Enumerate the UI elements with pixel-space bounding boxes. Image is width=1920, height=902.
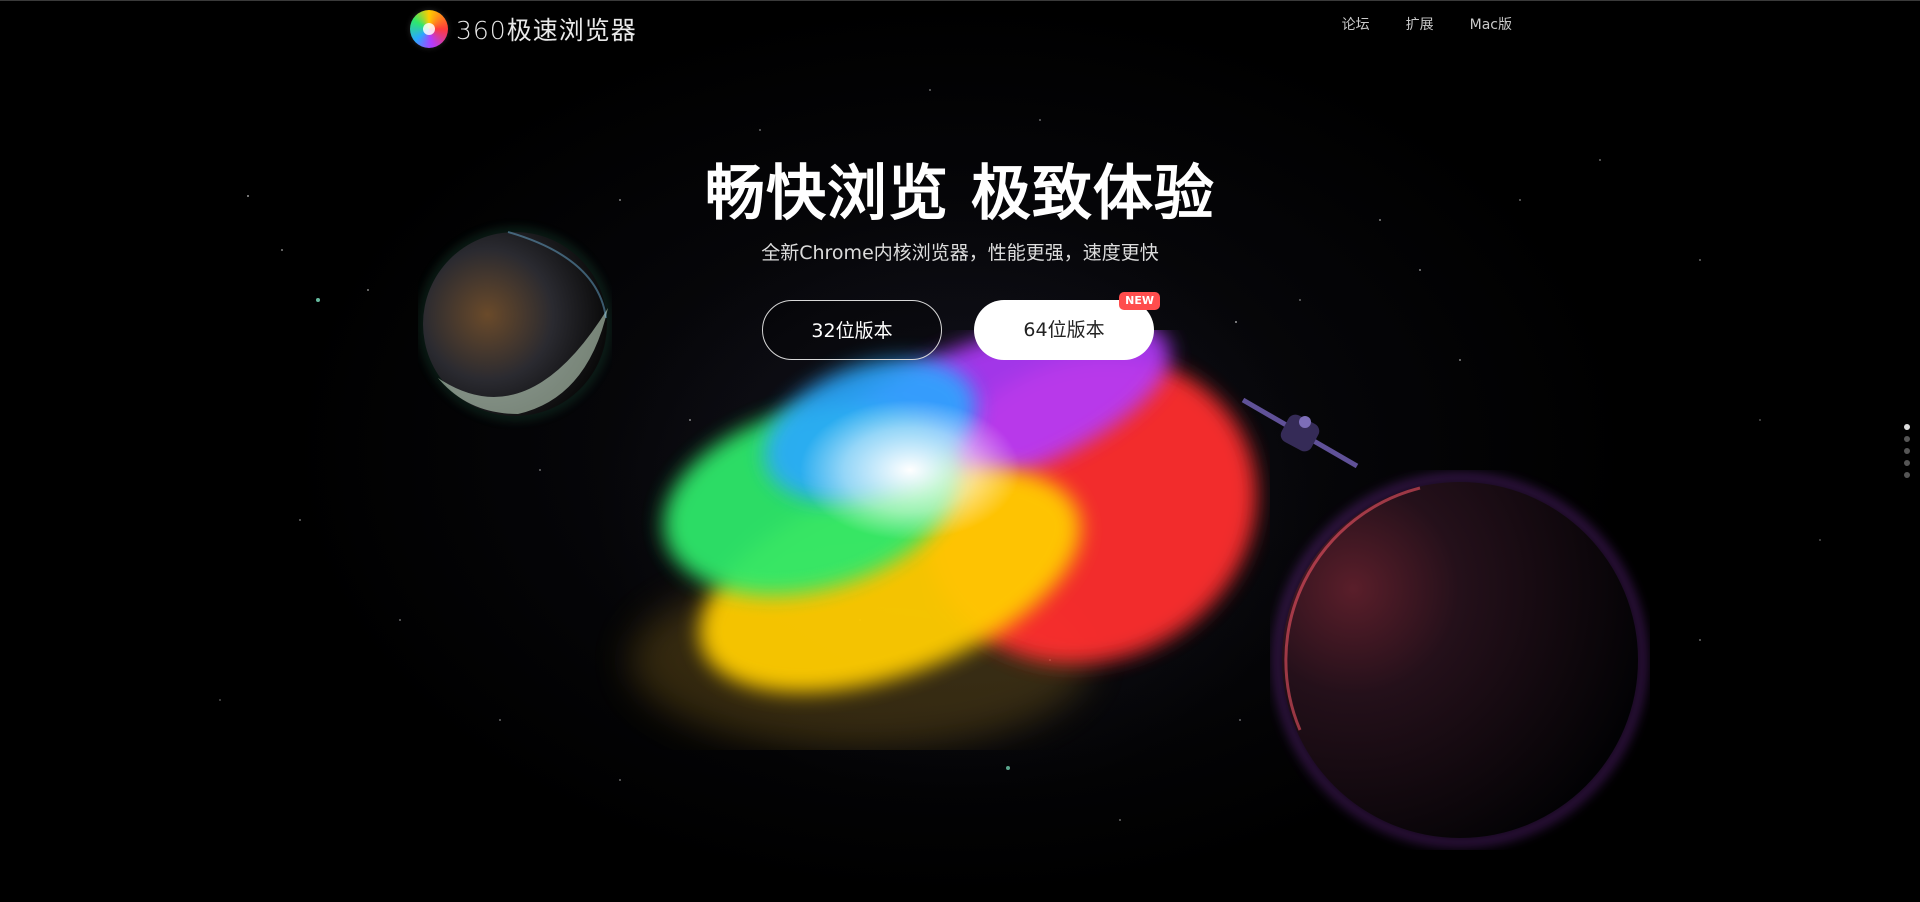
hero-title: 畅快浏览 极致体验 bbox=[705, 159, 1215, 229]
360-browser-logo-icon bbox=[410, 10, 448, 48]
pager-dot-3[interactable] bbox=[1904, 448, 1910, 454]
landing-page: 360极速浏览器 论坛 扩展 Mac版 畅快浏览 极致体验 全新Chrome内核… bbox=[0, 0, 1920, 902]
nav-forum-link[interactable]: 论坛 bbox=[1342, 16, 1370, 34]
pager-dot-4[interactable] bbox=[1904, 460, 1910, 466]
satellite-illustration bbox=[1241, 397, 1359, 469]
download-32bit-label: 32位版本 bbox=[811, 320, 893, 342]
download-64bit-button[interactable]: 64位版本 NEW bbox=[974, 292, 1160, 360]
new-badge: NEW bbox=[1119, 292, 1160, 310]
download-buttons: 32位版本 64位版本 NEW bbox=[762, 292, 1160, 360]
site-logo[interactable]: 360极速浏览器 bbox=[410, 10, 637, 48]
pager-dot-2[interactable] bbox=[1904, 436, 1910, 442]
hero-subtitle: 全新Chrome内核浏览器，性能更强，速度更快 bbox=[761, 242, 1159, 264]
pager-dot-1[interactable] bbox=[1904, 424, 1910, 430]
pager-dot-5[interactable] bbox=[1904, 472, 1910, 478]
nav-extensions-link[interactable]: 扩展 bbox=[1406, 16, 1434, 34]
download-32bit-button[interactable]: 32位版本 bbox=[762, 300, 942, 360]
nav-mac-link[interactable]: Mac版 bbox=[1470, 16, 1512, 34]
section-pager bbox=[1904, 424, 1910, 478]
site-header: 360极速浏览器 论坛 扩展 Mac版 bbox=[0, 0, 1920, 58]
download-64bit-label: 64位版本 bbox=[1023, 319, 1105, 341]
logo-text: 360极速浏览器 bbox=[456, 16, 637, 45]
top-nav: 论坛 扩展 Mac版 bbox=[1306, 16, 1512, 34]
swirl-logo-illustration bbox=[630, 330, 1257, 750]
red-planet-illustration bbox=[1275, 475, 1645, 845]
